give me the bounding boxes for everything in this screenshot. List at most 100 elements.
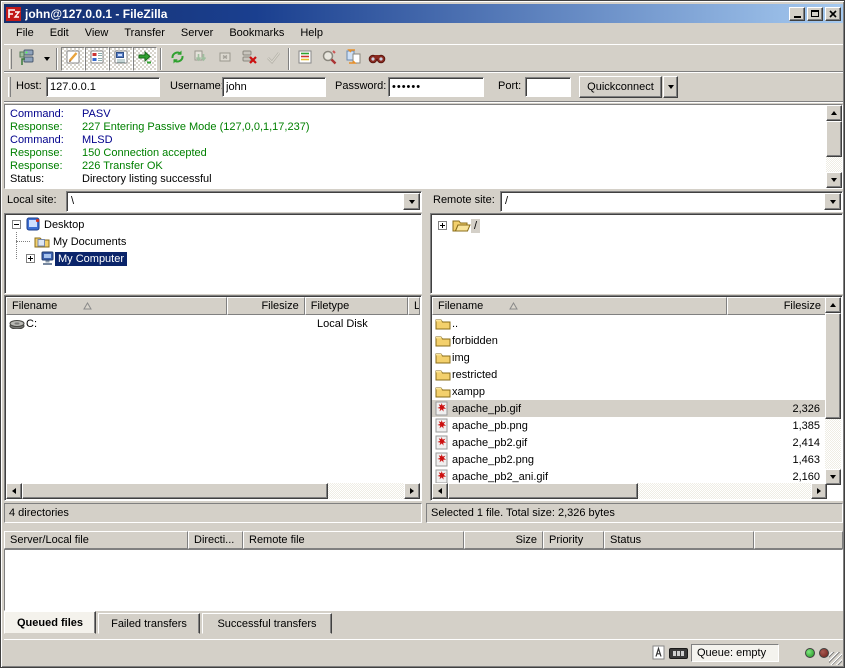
- local-site-combo[interactable]: \: [66, 191, 422, 212]
- remote-tree-icon: [113, 49, 129, 68]
- chevron-down-icon: [409, 200, 415, 204]
- file-row[interactable]: forbidden: [432, 332, 827, 349]
- process-queue-button[interactable]: [189, 47, 213, 71]
- tab-failed-transfers[interactable]: Failed transfers: [98, 613, 200, 634]
- speed-limit-icon[interactable]: [669, 648, 688, 659]
- username-input[interactable]: [222, 77, 326, 97]
- scroll-down-button[interactable]: [825, 469, 841, 485]
- expand-expander-icon[interactable]: [438, 221, 447, 230]
- local-file-list[interactable]: C: Local Disk: [6, 315, 420, 332]
- column-header-status[interactable]: Status: [604, 531, 754, 549]
- my-documents-icon: [34, 235, 50, 248]
- scroll-thumb[interactable]: [826, 121, 842, 157]
- directory-comparison-button[interactable]: [317, 47, 341, 71]
- menu-file[interactable]: File: [8, 25, 42, 41]
- file-row[interactable]: img: [432, 349, 827, 366]
- remote-tree[interactable]: /: [430, 213, 843, 294]
- scroll-right-button[interactable]: [404, 483, 420, 499]
- local-tree[interactable]: Desktop My Documents My Computer: [4, 213, 422, 294]
- collapse-expander-icon[interactable]: [12, 220, 21, 229]
- file-row[interactable]: restricted: [432, 366, 827, 383]
- quickconnect-grip[interactable]: [8, 77, 11, 97]
- toggle-log-view-button[interactable]: [61, 47, 85, 71]
- file-row[interactable]: ..: [432, 315, 827, 332]
- statusbar: Queue: empty: [4, 639, 843, 666]
- scroll-thumb[interactable]: [448, 483, 638, 499]
- toolbar-grip[interactable]: [9, 49, 12, 69]
- menu-transfer[interactable]: Transfer: [116, 25, 173, 41]
- column-header-filename[interactable]: Filename: [432, 297, 727, 315]
- menu-server[interactable]: Server: [173, 25, 221, 41]
- file-row[interactable]: C: Local Disk: [6, 315, 420, 332]
- titlebar[interactable]: john@127.0.0.1 - FileZilla: [4, 4, 843, 23]
- column-header-filesize[interactable]: Filesize: [227, 297, 305, 315]
- toggle-local-tree-button[interactable]: [85, 47, 109, 71]
- scroll-up-button[interactable]: [826, 105, 842, 121]
- refresh-button[interactable]: [165, 47, 189, 71]
- tree-item-my-computer[interactable]: My Computer: [5, 250, 127, 267]
- toggle-queue-view-button[interactable]: [133, 47, 157, 71]
- file-row[interactable]: apache_pb2.gif2,414: [432, 434, 827, 451]
- host-input[interactable]: [46, 77, 160, 97]
- local-site-dropdown[interactable]: [403, 193, 420, 210]
- log-view-icon: [65, 49, 81, 68]
- column-header-size[interactable]: Size: [464, 531, 543, 549]
- abort-button[interactable]: [261, 47, 285, 71]
- password-input[interactable]: [388, 77, 484, 97]
- column-header-filetype[interactable]: Filetype: [305, 297, 408, 315]
- column-header-priority[interactable]: Priority: [543, 531, 604, 549]
- scroll-right-button[interactable]: [811, 483, 827, 499]
- synchronized-browsing-button[interactable]: [341, 47, 365, 71]
- tab-queued-files[interactable]: Queued files: [4, 611, 96, 634]
- toggle-remote-tree-button[interactable]: [109, 47, 133, 71]
- remote-site-dropdown[interactable]: [824, 193, 841, 210]
- column-header-filesize[interactable]: Filesize: [727, 297, 827, 315]
- column-header-direction[interactable]: Directi...: [188, 531, 243, 549]
- column-header-last-modified[interactable]: L: [408, 297, 420, 315]
- minimize-button[interactable]: [789, 7, 805, 21]
- tree-item-my-documents[interactable]: My Documents: [5, 233, 129, 250]
- column-header-server-local-file[interactable]: Server/Local file: [4, 531, 188, 549]
- site-manager-button[interactable]: [16, 47, 40, 71]
- file-row[interactable]: xampp: [432, 383, 827, 400]
- quickconnect-button[interactable]: Quickconnect: [579, 76, 662, 98]
- file-row-selected[interactable]: apache_pb.gif2,326: [432, 400, 827, 417]
- scroll-left-button[interactable]: [6, 483, 22, 499]
- menu-help[interactable]: Help: [292, 25, 331, 41]
- menu-edit[interactable]: Edit: [42, 25, 77, 41]
- column-header-remote-file[interactable]: Remote file: [243, 531, 464, 549]
- filter-button[interactable]: [293, 47, 317, 71]
- find-files-button[interactable]: [365, 47, 389, 71]
- expand-expander-icon[interactable]: [26, 254, 35, 263]
- scroll-left-button[interactable]: [432, 483, 448, 499]
- log-line: Response:226 Transfer OK: [6, 160, 825, 173]
- column-header-filename[interactable]: Filename: [6, 297, 227, 315]
- close-button[interactable]: [825, 7, 841, 21]
- scroll-thumb[interactable]: [825, 313, 841, 419]
- ascii-data-type-icon[interactable]: [651, 645, 666, 660]
- quickconnect-dropdown[interactable]: [663, 76, 678, 98]
- tab-successful-transfers[interactable]: Successful transfers: [202, 613, 332, 634]
- disconnect-button[interactable]: [237, 47, 261, 71]
- remote-file-list[interactable]: .. forbidden img restricted xampp apache…: [432, 315, 827, 485]
- queue-list[interactable]: [4, 549, 843, 611]
- message-log[interactable]: Command:PASV Response:227 Entering Passi…: [4, 104, 843, 189]
- file-row[interactable]: apache_pb2.png1,463: [432, 451, 827, 468]
- maximize-button[interactable]: [807, 7, 823, 21]
- scroll-down-button[interactable]: [826, 172, 842, 188]
- remote-site-label: Remote site:: [433, 194, 495, 206]
- menubar: File Edit View Transfer Server Bookmarks…: [4, 23, 843, 43]
- resize-grip[interactable]: [829, 652, 842, 665]
- scroll-thumb[interactable]: [22, 483, 328, 499]
- tree-item-desktop[interactable]: Desktop: [5, 216, 87, 233]
- menu-view[interactable]: View: [77, 25, 117, 41]
- tree-item-root[interactable]: /: [431, 217, 480, 234]
- file-row[interactable]: apache_pb.png1,385: [432, 417, 827, 434]
- menu-bookmarks[interactable]: Bookmarks: [221, 25, 292, 41]
- divider: [4, 101, 843, 103]
- scroll-up-button[interactable]: [825, 297, 841, 313]
- cancel-operation-button[interactable]: [213, 47, 237, 71]
- remote-site-combo[interactable]: /: [500, 191, 843, 212]
- site-manager-dropdown[interactable]: [40, 47, 53, 71]
- port-input[interactable]: [525, 77, 571, 97]
